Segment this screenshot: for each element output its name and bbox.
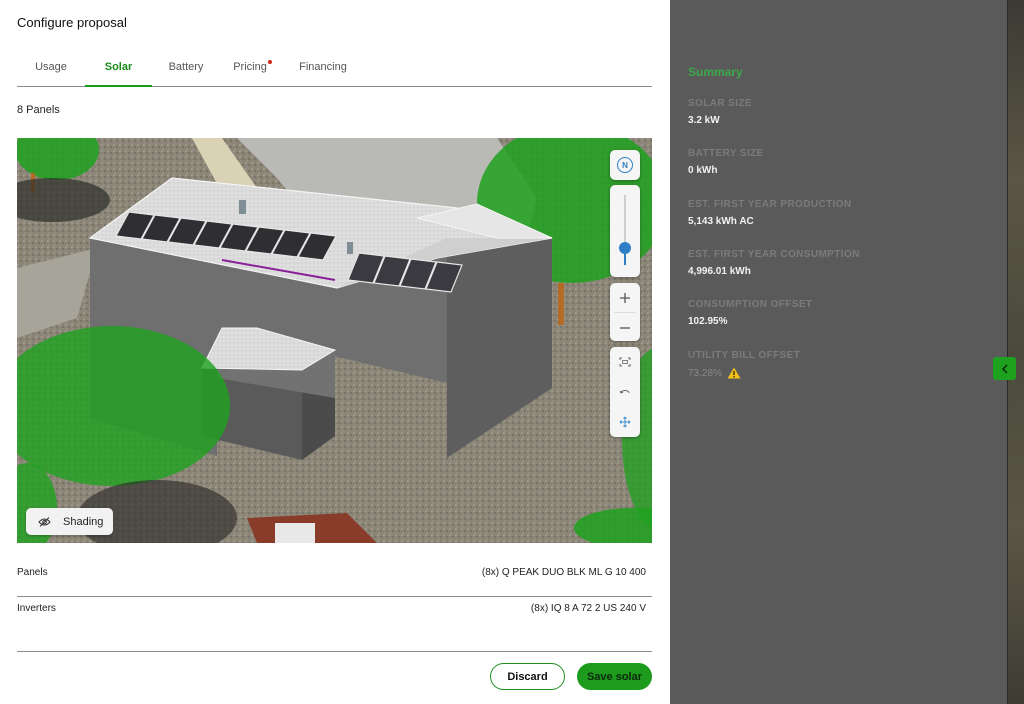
chevron-left-icon (1001, 363, 1008, 374)
summary-bill-offset: UTILITY BILL OFFSET 73.28% (688, 350, 800, 379)
summary-label: SOLAR SIZE (688, 98, 753, 109)
tab-battery[interactable]: Battery (152, 48, 220, 86)
aerial-house-scene (17, 138, 652, 543)
roof-vent (347, 242, 353, 254)
tilt-slider[interactable] (610, 185, 640, 277)
zoom-controls (610, 283, 640, 341)
warning-icon[interactable] (727, 367, 741, 379)
summary-label: CONSUMPTION OFFSET (688, 299, 813, 310)
fit-view-icon (619, 357, 631, 367)
inverters-value: (8x) IQ 8 A 72 2 US 240 V (530, 603, 646, 614)
configure-panel: Configure proposal Usage Solar Battery P… (0, 0, 670, 704)
summary-label: EST. FIRST YEAR CONSUMPTION (688, 249, 860, 260)
background-map-edge (1007, 0, 1024, 704)
summary-value: 102.95% (688, 316, 728, 327)
summary-value: 73.28% (688, 367, 722, 379)
notification-dot (267, 60, 272, 64)
rotate-view-button[interactable] (610, 377, 640, 407)
tab-usage[interactable]: Usage (17, 48, 85, 86)
inverters-label: Inverters (17, 603, 56, 614)
collapse-summary-button[interactable] (993, 357, 1016, 380)
shading-toggle-button[interactable]: Shading (26, 508, 113, 535)
tab-pricing[interactable]: Pricing (220, 48, 284, 86)
view-tools (610, 347, 640, 437)
discard-button[interactable]: Discard (490, 663, 565, 690)
tab-financing[interactable]: Financing (284, 48, 362, 86)
summary-value: 3.2 kW (688, 115, 720, 126)
summary-panel: Summary SOLAR SIZE 3.2 kW BATTERY SIZE 0… (670, 0, 1007, 704)
page-title: Configure proposal (17, 15, 127, 30)
parked-car (275, 523, 315, 543)
tab-solar[interactable]: Solar (85, 48, 152, 87)
summary-production: EST. FIRST YEAR PRODUCTION 5,143 kWh AC (688, 199, 852, 227)
tab-label: Usage (35, 61, 67, 73)
zoom-out-button[interactable] (610, 313, 640, 342)
tilt-handle[interactable] (619, 241, 631, 254)
summary-value: 0 kWh (688, 165, 718, 176)
save-solar-button[interactable]: Save solar (577, 663, 652, 690)
tab-label: Battery (168, 61, 204, 73)
tab-label: Solar (104, 60, 133, 73)
eye-off-icon (38, 516, 51, 527)
panels-spec-row: Panels (8x) Q PEAK DUO BLK ML G 10 400 (17, 561, 652, 597)
plus-icon (620, 292, 630, 303)
summary-label: BATTERY SIZE (688, 148, 764, 159)
panels-value: (8x) Q PEAK DUO BLK ML G 10 400 (481, 567, 646, 578)
summary-title: Summary (688, 65, 743, 79)
summary-value: 4,996.01 kWh (688, 266, 751, 277)
solar-3d-viewport[interactable]: N Shading (17, 138, 652, 543)
roof-vent (239, 200, 246, 214)
summary-label: UTILITY BILL OFFSET (688, 350, 801, 361)
summary-label: EST. FIRST YEAR PRODUCTION (688, 199, 852, 210)
summary-consumption-offset: CONSUMPTION OFFSET 102.95% (688, 299, 812, 327)
summary-consumption: EST. FIRST YEAR CONSUMPTION 4,996.01 kWh (688, 249, 860, 277)
rotate-icon (619, 390, 630, 394)
summary-value-row: 73.28% (688, 367, 800, 379)
summary-battery-size: BATTERY SIZE 0 kWh (688, 148, 764, 176)
summary-value: 5,143 kWh AC (688, 216, 754, 227)
proposal-tabs: Usage Solar Battery Pricing Financing (17, 48, 652, 87)
tree-trunk (558, 283, 564, 325)
compass-button[interactable]: N (610, 150, 640, 180)
tab-label: Pricing (233, 61, 267, 73)
pan-view-button[interactable] (610, 407, 640, 437)
fit-view-button[interactable] (610, 347, 640, 377)
zoom-in-button[interactable] (610, 283, 640, 312)
inverters-spec-row: Inverters (8x) IQ 8 A 72 2 US 240 V (17, 597, 652, 652)
pan-icon (619, 416, 631, 428)
panels-label: Panels (17, 567, 48, 578)
minus-icon (620, 326, 630, 329)
compass-icon: N (617, 157, 633, 173)
panel-count: 8 Panels (17, 104, 60, 116)
tab-label: Financing (299, 61, 347, 73)
shading-label: Shading (63, 515, 104, 528)
summary-solar-size: SOLAR SIZE 3.2 kW (688, 98, 752, 126)
